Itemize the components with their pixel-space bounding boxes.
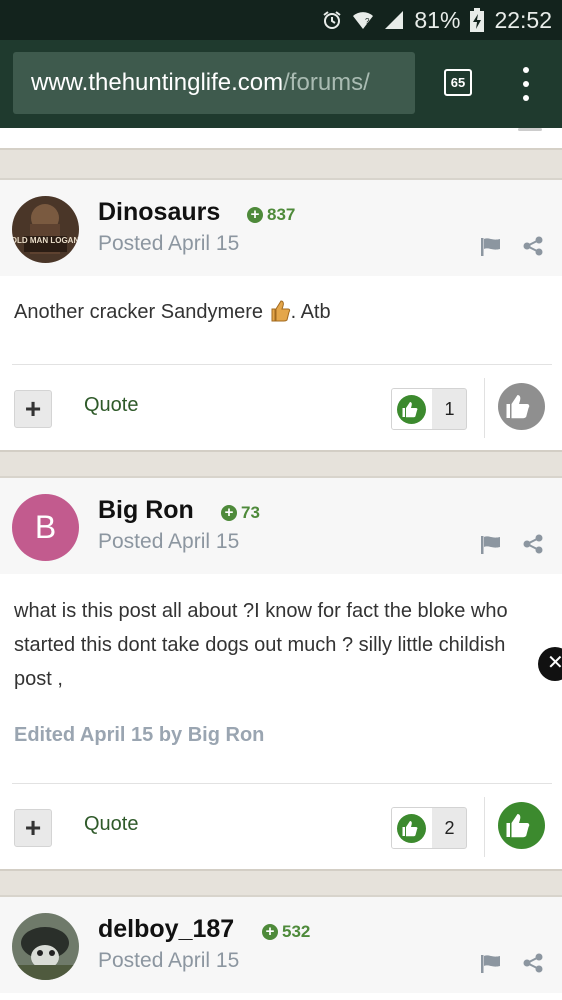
avatar-text: OLD MAN LOGAN bbox=[12, 236, 79, 245]
forum-post: OLD MAN LOGAN Dinosaurs +837 Posted Apri… bbox=[0, 178, 562, 450]
like-count: 1 bbox=[444, 399, 455, 419]
reaction-count[interactable]: 2 bbox=[391, 807, 467, 849]
previous-post-tail bbox=[0, 128, 562, 150]
post-header: delboy_187 +532 Posted April 15 bbox=[0, 897, 562, 993]
plus-circle-icon: + bbox=[221, 505, 237, 521]
post-date[interactable]: Posted April 15 bbox=[98, 949, 239, 973]
forum-post: B Big Ron +73 Posted April 15 what is th… bbox=[0, 476, 562, 869]
like-icon bbox=[402, 821, 418, 837]
react-button[interactable] bbox=[498, 383, 545, 430]
like-icon bbox=[402, 402, 418, 418]
tab-switcher-button[interactable]: 65 bbox=[444, 69, 472, 96]
wifi-icon: ? bbox=[352, 10, 374, 30]
reaction-count[interactable]: 1 bbox=[391, 388, 467, 430]
quote-button[interactable]: Quote bbox=[84, 394, 138, 417]
browser-toolbar: www.thehuntinglife.com/forums/ 65 bbox=[0, 40, 562, 128]
post-text: Another cracker Sandymere bbox=[14, 301, 264, 323]
signal-icon bbox=[384, 10, 404, 30]
reputation-count: 73 bbox=[241, 503, 260, 522]
username[interactable]: Dinosaurs bbox=[98, 198, 220, 227]
thumbs-up-icon bbox=[506, 395, 530, 419]
username[interactable]: Big Ron bbox=[98, 496, 194, 525]
plus-circle-icon: + bbox=[262, 924, 278, 940]
url-field[interactable]: www.thehuntinglife.com/forums/ bbox=[13, 52, 415, 114]
flag-icon[interactable] bbox=[480, 535, 502, 555]
clock: 22:52 bbox=[494, 6, 552, 33]
post-content: Another cracker Sandymere . Atb bbox=[0, 276, 562, 329]
avatar[interactable]: OLD MAN LOGAN bbox=[12, 196, 79, 263]
post-actions: + Quote 2 bbox=[0, 783, 562, 871]
overflow-menu-button[interactable] bbox=[514, 67, 538, 101]
avatar[interactable] bbox=[12, 913, 79, 980]
post-header: B Big Ron +73 Posted April 15 bbox=[0, 478, 562, 574]
post-actions: + Quote 1 bbox=[0, 364, 562, 452]
like-count: 2 bbox=[444, 818, 455, 838]
post-date[interactable]: Posted April 15 bbox=[98, 530, 239, 554]
url-domain: www.thehuntinglife.com bbox=[31, 69, 284, 96]
share-icon[interactable] bbox=[523, 953, 543, 973]
multiquote-button[interactable]: + bbox=[14, 390, 52, 428]
plus-circle-icon: + bbox=[247, 207, 263, 223]
status-bar: ? 81% 22:52 bbox=[0, 0, 562, 40]
forum-thread: OLD MAN LOGAN Dinosaurs +837 Posted Apri… bbox=[0, 128, 562, 1000]
thumbs-up-icon bbox=[506, 814, 530, 838]
share-icon[interactable] bbox=[523, 236, 543, 256]
flag-icon[interactable] bbox=[480, 954, 502, 974]
multiquote-button[interactable]: + bbox=[14, 809, 52, 847]
quote-button[interactable]: Quote bbox=[84, 813, 138, 836]
reputation-count: 837 bbox=[267, 205, 296, 224]
thumbs-up-emoji-icon bbox=[271, 300, 290, 322]
svg-text:?: ? bbox=[365, 17, 370, 26]
url-path: /forums/ bbox=[283, 69, 370, 96]
battery-percent: 81% bbox=[414, 6, 461, 33]
post-date[interactable]: Posted April 15 bbox=[98, 232, 239, 256]
edited-note: Edited April 15 by Big Ron bbox=[14, 724, 265, 746]
post-header: OLD MAN LOGAN Dinosaurs +837 Posted Apri… bbox=[0, 180, 562, 276]
forum-post: delboy_187 +532 Posted April 15 bbox=[0, 895, 562, 1000]
battery-charging-icon bbox=[470, 8, 485, 32]
post-content: what is this post all about ?I know for … bbox=[0, 574, 562, 752]
avatar[interactable]: B bbox=[12, 494, 79, 561]
username[interactable]: delboy_187 bbox=[98, 915, 234, 944]
reputation-count: 532 bbox=[282, 922, 311, 941]
post-text: what is this post all about ?I know for … bbox=[14, 600, 508, 690]
reputation-badge: +532 bbox=[262, 922, 310, 942]
alarm-icon bbox=[322, 10, 342, 30]
post-text-suffix: . Atb bbox=[290, 301, 331, 323]
reputation-badge: +837 bbox=[247, 205, 295, 225]
share-icon[interactable] bbox=[523, 534, 543, 554]
flag-icon[interactable] bbox=[480, 237, 502, 257]
react-button[interactable] bbox=[498, 802, 545, 849]
reputation-badge: +73 bbox=[221, 503, 260, 523]
